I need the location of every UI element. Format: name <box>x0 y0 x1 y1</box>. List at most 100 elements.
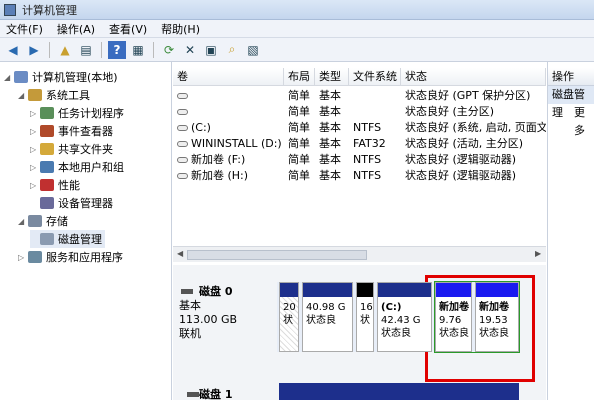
tree-node-icon <box>40 179 54 191</box>
expand-arrow-icon[interactable]: ▷ <box>30 109 40 118</box>
drive-icon <box>177 141 188 147</box>
tree-item[interactable]: ▷ 事件查看器 <box>30 122 113 140</box>
tree-item[interactable]: ▷ 任务计划程序 <box>30 104 124 122</box>
menu-action[interactable]: 操作(A) <box>57 21 95 37</box>
volume-name: WININSTALL (D:) <box>177 136 285 152</box>
partition-block[interactable]: 20 状 <box>279 282 299 352</box>
tree-item[interactable]: ◢ 计算机管理(本地) <box>4 68 118 86</box>
window-title: 计算机管理 <box>22 3 77 17</box>
up-icon[interactable]: ▲ <box>56 41 74 59</box>
volume-layout: 简单 <box>288 169 310 182</box>
volume-row[interactable]: WININSTALL (D:) 简单 基本 FAT32 状态良好 (活动, 主分区) <box>173 136 546 152</box>
delete-icon[interactable]: ✕ <box>181 41 199 59</box>
forward-icon[interactable]: ▶ <box>25 41 43 59</box>
partition-color-bar <box>303 283 352 297</box>
horizontal-scrollbar[interactable]: ◀ ▶ <box>173 246 546 262</box>
disk1-partition-bar[interactable] <box>279 383 519 400</box>
menu-file[interactable]: 文件(F) <box>6 21 43 37</box>
column-status[interactable]: 状态 <box>401 68 546 86</box>
volume-type: 基本 <box>319 169 341 182</box>
expand-arrow-icon[interactable]: ◢ <box>4 73 14 82</box>
expand-arrow-icon[interactable]: ◢ <box>18 91 28 100</box>
partition-line2: 16 <box>360 302 373 313</box>
help-icon[interactable]: ? <box>108 40 126 59</box>
tree-node-icon <box>40 125 54 137</box>
scrollbar-thumb[interactable] <box>187 250 367 260</box>
partition-block[interactable]: 40.98 G 状态良 <box>302 282 353 352</box>
volume-layout: 简单 <box>288 89 310 102</box>
volume-fs: NTFS <box>353 169 382 182</box>
column-type[interactable]: 类型 <box>315 68 349 86</box>
tree-item[interactable]: ▷ 共享文件夹 <box>30 140 113 158</box>
tree-item-label: 设备管理器 <box>58 197 113 210</box>
tree-node-icon <box>40 233 54 245</box>
tree-item[interactable]: ▷ 本地用户和组 <box>30 158 124 176</box>
expand-arrow-icon[interactable]: ▷ <box>30 127 40 136</box>
expand-arrow-icon[interactable]: ▷ <box>30 181 40 190</box>
partition-color-bar <box>378 283 431 297</box>
partition-line3: 状态良 <box>381 328 411 339</box>
volume-layout: 简单 <box>288 137 310 150</box>
volume-row[interactable]: (C:) 简单 基本 NTFS 状态良好 (系统, 启动, 页面文 <box>173 120 546 136</box>
partition-block[interactable]: (C:) 42.43 G 状态良 <box>377 282 432 352</box>
scroll-left-icon[interactable]: ◀ <box>177 249 183 258</box>
drive-icon <box>177 173 188 179</box>
drive-icon <box>177 93 188 99</box>
menu-help[interactable]: 帮助(H) <box>161 21 200 37</box>
actions-disk-management[interactable]: 磁盘管理 <box>548 86 594 119</box>
tree-item[interactable]: ▷ 服务和应用程序 <box>18 248 123 266</box>
scroll-right-icon[interactable]: ▶ <box>535 249 541 258</box>
partition-line2: 20 <box>283 302 296 313</box>
partition-block[interactable]: 16 状 <box>356 282 374 352</box>
disk0-info[interactable]: 磁盘 0 基本 113.00 GB 联机 <box>179 285 237 341</box>
partition-line3: 状 <box>360 315 370 326</box>
disk0-size: 113.00 GB <box>179 313 238 326</box>
volume-row[interactable]: 简单 基本 状态良好 (主分区) <box>173 104 546 120</box>
expand-arrow-icon[interactable]: ◢ <box>18 217 28 226</box>
volume-status: 状态良好 (GPT 保护分区) <box>405 89 531 102</box>
back-icon[interactable]: ◀ <box>4 41 22 59</box>
partition-color-bar <box>357 283 373 297</box>
volume-status: 状态良好 (逻辑驱动器) <box>405 153 517 166</box>
toolbar-separator <box>49 41 50 58</box>
menu-view[interactable]: 查看(V) <box>109 21 147 37</box>
show-tree-icon[interactable]: ▤ <box>77 41 95 59</box>
partition-text: (C:) 42.43 G 状态良 <box>381 301 421 340</box>
disk-management-pane: 卷 布局 类型 文件系统 状态 简单 基本 状态良好 (GPT 保护分区) 简单 基本状… <box>173 62 546 401</box>
export-icon[interactable]: ▧ <box>244 41 262 59</box>
properties-icon[interactable]: ▣ <box>202 41 220 59</box>
search-icon[interactable]: ⌕ <box>223 41 241 59</box>
tree-node-icon <box>40 161 54 173</box>
volume-row[interactable]: 新加卷 (F:) 简单 基本 NTFS 状态良好 (逻辑驱动器) <box>173 152 546 168</box>
view-icon[interactable]: ▦ <box>129 41 147 59</box>
volume-layout: 简单 <box>288 105 310 118</box>
toolbar: ◀ ▶ ▲ ▤ ? ▦ ⟳ ✕ ▣ ⌕ ▧ <box>0 38 594 62</box>
expand-arrow-icon[interactable]: ▷ <box>30 145 40 154</box>
partition-line2: 42.43 G <box>381 315 421 326</box>
volume-row[interactable]: 简单 基本 状态良好 (GPT 保护分区) <box>173 88 546 104</box>
navigation-tree: ◢ 计算机管理(本地) ◢ 系统工具 ▷ 任务计划程序 ▷ 事件查看器 ▷ 共享文件夹 ▷ 本地用户和… <box>0 62 172 400</box>
volume-row[interactable]: 新加卷 (H:) 简单 基本 NTFS 状态良好 (逻辑驱动器) <box>173 168 546 184</box>
volume-status: 状态良好 (活动, 主分区) <box>405 137 524 150</box>
expand-arrow-icon[interactable]: ▷ <box>18 253 28 262</box>
column-layout[interactable]: 布局 <box>284 68 315 86</box>
volume-name-text: 新加卷 (H:) <box>191 169 249 182</box>
volume-layout: 简单 <box>288 121 310 134</box>
column-volume[interactable]: 卷 <box>173 68 284 86</box>
toolbar-separator <box>101 41 102 58</box>
refresh-icon[interactable]: ⟳ <box>160 41 178 59</box>
tree-item[interactable]: 设备管理器 <box>30 194 113 212</box>
tree-item[interactable]: ▷ 性能 <box>30 176 80 194</box>
tree-node-icon <box>40 107 54 119</box>
tree-item-label: 共享文件夹 <box>58 143 113 156</box>
volume-type: 基本 <box>319 137 341 150</box>
volume-name <box>177 88 285 104</box>
title-bar: 计算机管理 <box>0 0 594 20</box>
tree-item[interactable]: ◢ 系统工具 <box>18 86 90 104</box>
tree-item[interactable]: 磁盘管理 <box>30 230 105 248</box>
column-filesystem[interactable]: 文件系统 <box>349 68 401 86</box>
tree-item-label: 计算机管理(本地) <box>32 71 118 84</box>
tree-item[interactable]: ◢ 存储 <box>18 212 68 230</box>
disk0-name: 磁盘 0 <box>199 285 233 298</box>
expand-arrow-icon[interactable]: ▷ <box>30 163 40 172</box>
